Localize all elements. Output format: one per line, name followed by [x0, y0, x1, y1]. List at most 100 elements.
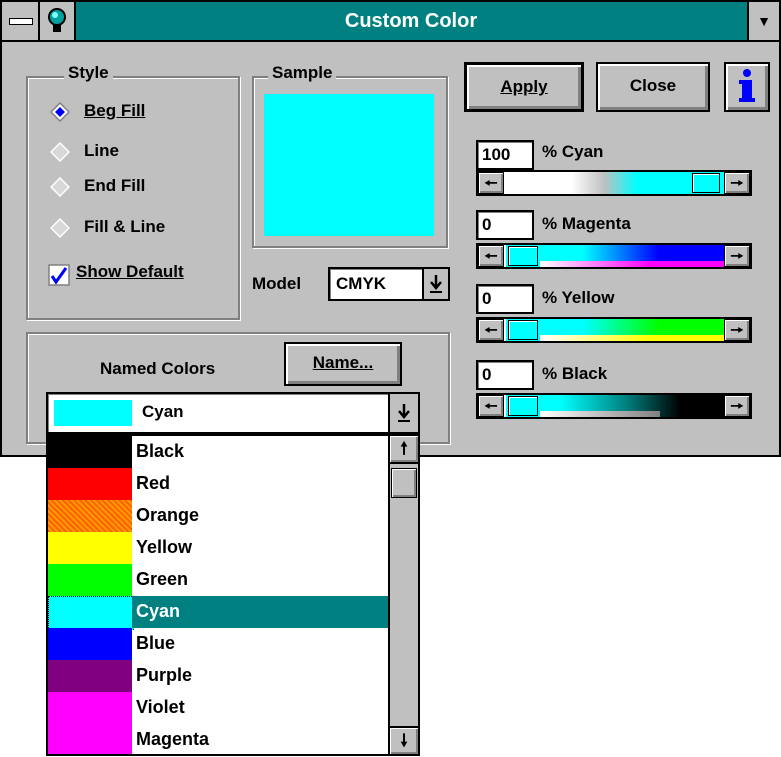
list-item[interactable]: Red — [48, 468, 386, 500]
arrow-right-icon: 🠖 — [730, 398, 744, 415]
color-swatch — [48, 724, 132, 754]
radio-fill-and-line[interactable]: Fill & Line — [50, 214, 230, 244]
magenta-value-field[interactable]: 0 — [476, 210, 534, 240]
yellow-slider[interactable]: 🠔 🠖 — [476, 317, 752, 343]
cyan-slider-thumb[interactable] — [692, 173, 720, 193]
model-label: Model — [252, 274, 302, 293]
arrow-right-icon: 🠖 — [730, 248, 744, 265]
window-dropdown-button[interactable]: ▼ — [747, 2, 779, 40]
color-swatch — [48, 532, 132, 564]
named-color-list-items: Black Red Orange Yellow Green Cyan Blue … — [48, 436, 388, 754]
cyan-slider[interactable]: 🠔 🠖 — [476, 170, 752, 196]
model-select[interactable]: CMYK — [328, 267, 450, 301]
info-button[interactable] — [724, 62, 770, 112]
named-color-combo[interactable]: Cyan — [46, 392, 420, 434]
triangle-down-icon: ▼ — [757, 13, 771, 29]
scroll-thumb[interactable] — [391, 468, 417, 498]
color-swatch — [48, 500, 132, 532]
system-menu-icon — [9, 18, 33, 25]
name-button[interactable]: Name... — [284, 342, 402, 386]
system-menu-button[interactable] — [2, 2, 40, 40]
color-swatch — [48, 692, 132, 724]
list-item-label: Black — [136, 441, 185, 461]
radio-unselected-icon — [50, 142, 70, 162]
radio-line-label: Line — [84, 141, 119, 160]
list-item[interactable]: Magenta — [48, 724, 386, 754]
arrow-right-icon: 🠖 — [730, 175, 744, 192]
list-item[interactable]: Black — [48, 436, 386, 468]
magenta-slider[interactable]: 🠔 🠖 — [476, 243, 752, 269]
cyan-label: % Cyan — [542, 142, 604, 161]
list-item-label: Magenta — [136, 729, 210, 749]
list-item[interactable]: Yellow — [48, 532, 386, 564]
list-item-label: Orange — [136, 505, 200, 525]
radio-unselected-icon — [50, 177, 70, 197]
list-item[interactable]: Blue — [48, 628, 386, 660]
sample-group-label: Sample — [268, 63, 337, 83]
arrow-down-icon — [398, 404, 410, 422]
title-bar: Custom Color ▼ — [2, 2, 779, 42]
list-item-label: Cyan — [132, 596, 388, 628]
scroll-up-button[interactable]: 🠕 — [390, 436, 418, 464]
cyan-left-button[interactable]: 🠔 — [478, 172, 504, 194]
list-scrollbar[interactable]: 🠕 🠗 — [388, 436, 418, 754]
radio-line[interactable]: Line — [50, 138, 230, 168]
list-item-label: Yellow — [136, 537, 193, 557]
apply-button[interactable]: Apply — [464, 62, 584, 112]
list-item[interactable]: Violet — [48, 692, 386, 724]
style-group-label: Style — [64, 63, 113, 83]
yellow-slider-thumb[interactable] — [508, 320, 538, 340]
arrow-left-icon: 🠔 — [484, 248, 498, 265]
color-swatch — [48, 468, 132, 500]
radio-unselected-icon — [50, 218, 70, 238]
black-slider[interactable]: 🠔 🠖 — [476, 393, 752, 419]
list-item-label: Red — [136, 473, 171, 493]
combo-dropdown-button[interactable] — [388, 394, 418, 432]
black-value-field[interactable]: 0 — [476, 360, 534, 390]
name-button-label: Name... — [312, 353, 374, 372]
info-icon — [739, 69, 755, 102]
magenta-left-button[interactable]: 🠔 — [478, 245, 504, 267]
black-slider-thumb[interactable] — [508, 396, 538, 416]
arrow-left-icon: 🠔 — [484, 398, 498, 415]
yellow-value-field[interactable]: 0 — [476, 284, 534, 314]
list-item-label: Blue — [136, 633, 176, 653]
named-colors-label: Named Colors — [100, 359, 216, 378]
magenta-right-button[interactable]: 🠖 — [724, 245, 750, 267]
yellow-right-button[interactable]: 🠖 — [724, 319, 750, 341]
model-value: CMYK — [336, 274, 387, 293]
yellow-left-button[interactable]: 🠔 — [478, 319, 504, 341]
magenta-label: % Magenta — [542, 214, 631, 233]
black-left-button[interactable]: 🠔 — [478, 395, 504, 417]
list-item[interactable]: Green — [48, 564, 386, 596]
color-swatch — [48, 436, 132, 468]
arrow-left-icon: 🠔 — [484, 322, 498, 339]
custom-color-window: Custom Color ▼ Style Beg Fill Line End F… — [0, 0, 781, 457]
radio-end-fill[interactable]: End Fill — [50, 173, 230, 203]
list-item-selected[interactable]: Cyan — [48, 596, 388, 630]
black-gradient-lower — [540, 411, 660, 417]
cyan-right-button[interactable]: 🠖 — [724, 172, 750, 194]
list-item[interactable]: Orange — [48, 500, 386, 532]
cyan-value-field[interactable]: 100 — [476, 140, 534, 170]
model-dropdown-button[interactable] — [422, 269, 448, 299]
close-button[interactable]: Close — [596, 62, 710, 112]
magenta-gradient-lower — [540, 261, 724, 267]
black-right-button[interactable]: 🠖 — [724, 395, 750, 417]
yellow-label: % Yellow — [542, 288, 615, 307]
magenta-slider-thumb[interactable] — [508, 246, 538, 266]
color-swatch — [48, 564, 132, 596]
scroll-down-button[interactable]: 🠗 — [390, 726, 418, 754]
color-swatch — [48, 660, 132, 692]
combo-color-name: Cyan — [142, 402, 184, 421]
radio-end-fill-label: End Fill — [84, 176, 146, 195]
show-default-checkbox[interactable]: Show Default — [48, 260, 238, 290]
combo-color-swatch — [54, 400, 132, 426]
arrow-down-icon — [430, 275, 442, 293]
radio-beg-fill[interactable]: Beg Fill — [50, 98, 230, 128]
color-sample-swatch — [264, 94, 434, 236]
window-title: Custom Color — [344, 10, 478, 32]
list-item[interactable]: Purple — [48, 660, 386, 692]
arrow-down-icon: 🠗 — [400, 731, 408, 750]
list-item-label: Violet — [136, 697, 185, 717]
